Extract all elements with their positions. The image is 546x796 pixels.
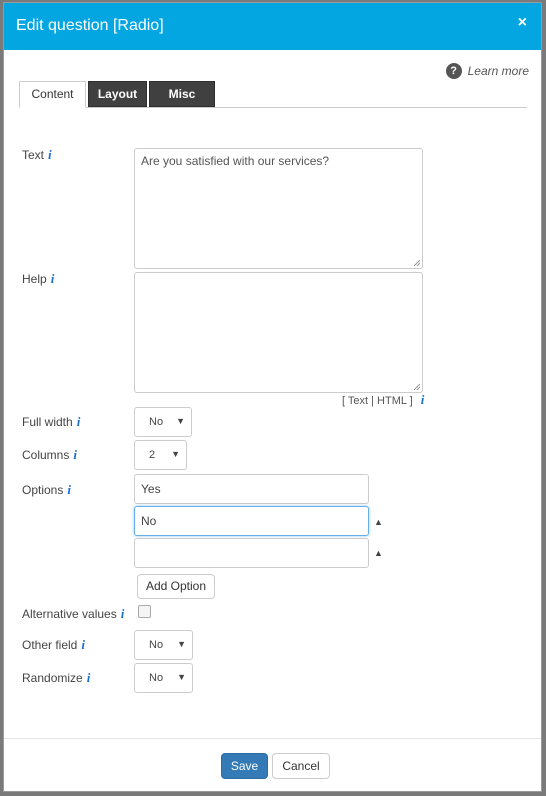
text-textarea[interactable]: Are you satisfied with our services? — [134, 148, 423, 269]
alternative-values-checkbox[interactable] — [138, 605, 151, 618]
option-input[interactable]: No — [134, 506, 369, 536]
full-width-label-text: Full width — [22, 415, 73, 429]
other-field-label-text: Other field — [22, 638, 78, 652]
info-icon[interactable]: i — [67, 482, 71, 497]
options-label-text: Options — [22, 483, 64, 497]
other-field-value: No — [149, 639, 164, 651]
chevron-down-icon: ▼ — [171, 449, 180, 459]
info-icon[interactable]: i — [87, 670, 91, 685]
text-label: Text i — [22, 147, 52, 163]
help-textarea[interactable] — [134, 272, 423, 393]
option-input[interactable] — [134, 538, 369, 568]
chevron-down-icon: ▼ — [177, 639, 186, 649]
option-input[interactable]: Yes — [134, 474, 369, 504]
full-width-label: Full width i — [22, 414, 80, 430]
randomize-value: No — [149, 672, 164, 684]
edit-question-dialog: Edit question [Radio] × ? Learn more Con… — [3, 2, 542, 792]
tab-content[interactable]: Content — [19, 81, 86, 108]
info-icon[interactable]: i — [121, 606, 125, 621]
alternative-values-label-text: Alternative values — [22, 607, 117, 621]
randomize-label-text: Randomize — [22, 671, 83, 685]
chevron-down-icon: ▼ — [176, 416, 185, 426]
close-icon[interactable]: × — [518, 14, 527, 32]
resize-handle[interactable] — [414, 384, 420, 390]
help-label: Help i — [22, 271, 54, 287]
full-width-select[interactable]: No ▼ — [134, 407, 192, 437]
resize-handle[interactable] — [414, 260, 420, 266]
tab-bar: Content Layout Misc — [19, 81, 527, 108]
format-switch[interactable]: [ Text | HTML ] i — [342, 392, 424, 408]
info-icon[interactable]: i — [48, 147, 52, 162]
learn-more-label: Learn more — [467, 64, 529, 78]
other-field-label: Other field i — [22, 637, 85, 653]
info-icon[interactable]: i — [51, 271, 55, 286]
info-icon[interactable]: i — [421, 392, 425, 407]
text-value: Are you satisfied with our services? — [141, 154, 330, 168]
dialog-header: Edit question [Radio] × — [4, 3, 541, 50]
format-switch-label[interactable]: [ Text | HTML ] — [342, 395, 413, 407]
columns-label: Columns i — [22, 447, 77, 463]
info-icon[interactable]: i — [77, 414, 81, 429]
tab-layout[interactable]: Layout — [88, 81, 147, 107]
chevron-down-icon: ▼ — [177, 672, 186, 682]
footer-divider — [4, 738, 541, 739]
columns-label-text: Columns — [22, 448, 70, 462]
options-label: Options i — [22, 482, 71, 498]
cancel-button[interactable]: Cancel — [272, 753, 330, 779]
help-circle-icon: ? — [445, 63, 462, 79]
columns-select[interactable]: 2 ▼ — [134, 440, 187, 470]
learn-more-link[interactable]: ? Learn more — [445, 63, 529, 79]
dialog-title: Edit question [Radio] — [16, 17, 164, 34]
add-option-button[interactable]: Add Option — [137, 574, 215, 599]
randomize-label: Randomize i — [22, 670, 90, 686]
tab-misc[interactable]: Misc — [149, 81, 215, 107]
full-width-value: No — [149, 416, 164, 428]
other-field-select[interactable]: No ▼ — [134, 630, 193, 660]
randomize-select[interactable]: No ▼ — [134, 663, 193, 693]
save-button[interactable]: Save — [221, 753, 268, 779]
move-up-icon[interactable]: ▲ — [374, 517, 383, 527]
info-icon[interactable]: i — [73, 447, 77, 462]
text-label-text: Text — [22, 148, 45, 162]
move-up-icon[interactable]: ▲ — [374, 548, 383, 558]
alternative-values-label: Alternative values i — [22, 606, 124, 622]
info-icon[interactable]: i — [81, 637, 85, 652]
columns-value: 2 — [149, 449, 156, 461]
help-label-text: Help — [22, 272, 47, 286]
